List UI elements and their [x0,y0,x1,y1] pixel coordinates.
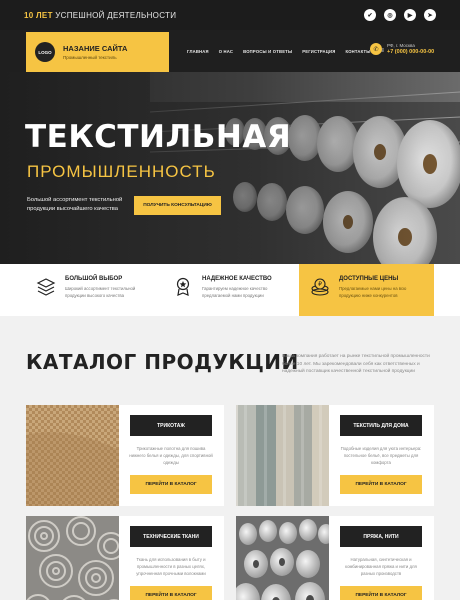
nav-item-contacts[interactable]: КОНТАКТЫ [345,49,370,54]
years-banner: 10 ЛЕТ УСПЕШНОЙ ДЕЯТЕЛЬНОСТИ [24,11,176,20]
consultation-button[interactable]: ПОЛУЧИТЬ КОНСУЛЬТАЦИЮ [134,196,221,215]
feature-item: НАДЕЖНОЕ КАЧЕСТВО Гарантируем надежное к… [162,264,292,316]
card-label: ТРИКОТАЖ [130,415,212,436]
instagram-icon[interactable]: ◎ [384,9,396,21]
card-label: ТЕХНИЧЕСКИЕ ТКАНИ [130,526,212,547]
logo[interactable]: LOGO [35,42,55,62]
technical-fabric-image [26,516,119,600]
catalog-title: КАТАЛОГ ПРОДУКЦИИ [26,350,299,374]
vk-icon[interactable]: ✔ [364,9,376,21]
feature-item-highlighted: ₽ ДОСТУПНЫЕ ЦЕНЫ Предлагаемые нами цены … [299,264,434,316]
youtube-icon[interactable]: ▶ [404,9,416,21]
knitwear-image [26,405,119,506]
feature-desc: Гарантируем надежное качество предлагаем… [202,286,268,298]
catalog-card: ТЕХНИЧЕСКИЕ ТКАНИ Ткань для использовани… [26,516,224,600]
coins-icon: ₽ [311,278,329,296]
catalog-button[interactable]: ПЕРЕЙТИ В КАТАЛОГ [130,475,212,494]
years-text: УСПЕШНОЙ ДЕЯТЕЛЬНОСТИ [52,10,177,20]
hero-section: ТЕКСТИЛЬНАЯ ПРОМЫШЛЕННОСТЬ Большой ассор… [0,72,460,264]
hero-title: ТЕКСТИЛЬНАЯ [25,119,292,155]
brand-block[interactable]: LOGO НАЗАНИЕ САЙТА Промышленный текстиль [26,32,169,72]
top-bar: 10 ЛЕТ УСПЕШНОЙ ДЕЯТЕЛЬНОСТИ ✔ ◎ ▶ ➤ [0,0,460,30]
phone-icon[interactable]: ✆ [370,43,382,55]
hero-subtitle: ПРОМЫШЛЕННОСТЬ [27,162,216,181]
home-textile-image [236,405,329,506]
catalog-button[interactable]: ПЕРЕЙТИ В КАТАЛОГ [130,586,212,600]
contact-phone[interactable]: +7 (000) 000-00-00 [387,49,434,55]
catalog-card: ТРИКОТАЖ Трикотажные полотна для пошива … [26,405,224,506]
years-highlight: 10 ЛЕТ [24,10,53,20]
features-strip: БОЛЬШОЙ ВЫБОР Широкий ассортимент тексти… [0,264,460,316]
main-nav: ГЛАВНАЯ О НАС ВОПРОСЫ И ОТВЕТЫ РЕГИСТРАЦ… [187,30,384,72]
fabric-stack-icon [36,278,56,296]
nav-item-register[interactable]: РЕГИСТРАЦИЯ [302,49,335,54]
feature-item: БОЛЬШОЙ ВЫБОР Широкий ассортимент тексти… [25,264,155,316]
catalog-description: Наша компания работает на рынке текстиль… [282,354,430,374]
contact-city: РФ, г. Москва [387,43,415,48]
catalog-card: ПРЯЖА, НИТИ Натуральная, синтетическая и… [236,516,434,600]
hero-description: Большой ассортимент текстильной продукци… [27,197,123,212]
nav-item-about[interactable]: О НАС [219,49,233,54]
telegram-icon[interactable]: ➤ [424,9,436,21]
site-header: LOGO НАЗАНИЕ САЙТА Промышленный текстиль… [0,30,460,72]
feature-title: ДОСТУПНЫЕ ЦЕНЫ [339,276,399,282]
catalog-card: ТЕКСТИЛЬ ДЛЯ ДОМА Подобные изделия для у… [236,405,434,506]
header-contact: ✆ РФ, г. Москва +7 (000) 000-00-00 [370,43,434,55]
yarn-image [236,516,329,600]
card-desc: Трикотажные полотна для пошива нижнего б… [129,446,213,465]
nav-item-faq[interactable]: ВОПРОСЫ И ОТВЕТЫ [243,49,292,54]
catalog-button[interactable]: ПЕРЕЙТИ В КАТАЛОГ [340,475,422,494]
nav-item-home[interactable]: ГЛАВНАЯ [187,49,209,54]
social-links: ✔ ◎ ▶ ➤ [364,9,436,21]
site-subtitle: Промышленный текстиль [63,55,117,60]
card-desc: Подобные изделия для уюта интерьера: пос… [340,446,422,465]
feature-title: НАДЕЖНОЕ КАЧЕСТВО [202,276,272,282]
svg-text:₽: ₽ [318,281,322,288]
site-title: НАЗАНИЕ САЙТА [63,44,128,53]
card-desc: Натуральная, синтетическая и комбинирова… [345,557,417,576]
feature-title: БОЛЬШОЙ ВЫБОР [65,276,123,282]
card-label: ТЕКСТИЛЬ ДЛЯ ДОМА [340,415,422,436]
feature-desc: Предлагаемые нами цены на всю продукцию … [339,286,407,298]
card-label: ПРЯЖА, НИТИ [340,526,422,547]
award-icon [176,277,190,296]
card-desc: Ткань для использования в быту и промышл… [136,557,206,576]
catalog-button[interactable]: ПЕРЕЙТИ В КАТАЛОГ [340,586,422,600]
feature-desc: Широкий ассортимент текстильной продукци… [65,286,136,298]
